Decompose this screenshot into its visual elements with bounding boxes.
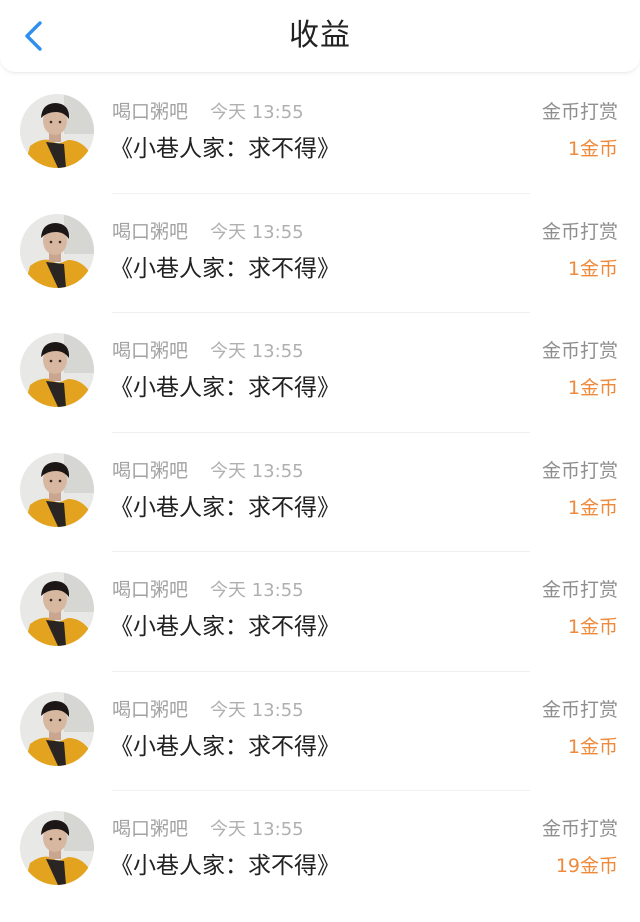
username: 喝口粥吧 [112, 579, 189, 601]
reward-row[interactable]: 喝口粥吧 今天 13:55 《小巷人家：求不得》 金币打赏 1金币 [0, 672, 640, 791]
timestamp: 今天 13:55 [210, 221, 304, 243]
timestamp: 今天 13:55 [210, 341, 304, 362]
username: 喝口粥吧 [112, 698, 189, 721]
reward-amount: 1金币 [567, 377, 618, 399]
reward-amount: 19金币 [555, 855, 618, 877]
reward-type: 金币打赏 [541, 579, 618, 601]
reward-amount: 1金币 [567, 257, 618, 280]
work-title: 《小巷人家：求不得》 [110, 614, 340, 640]
username: 喝口粥吧 [112, 340, 189, 362]
reward-amount: 1金币 [567, 616, 618, 638]
avatar[interactable] [20, 691, 94, 766]
reward-type: 金币打赏 [541, 818, 618, 840]
reward-type: 金币打赏 [541, 698, 618, 721]
avatar[interactable] [20, 452, 94, 527]
reward-amount: 1金币 [567, 496, 618, 519]
avatar[interactable] [20, 811, 94, 885]
reward-row[interactable]: 喝口粥吧 今天 13:55 《小巷人家：求不得》 金币打赏 1金币 [0, 74, 640, 194]
username: 喝口粥吧 [112, 818, 189, 840]
reward-row[interactable]: 喝口粥吧 今天 13:55 《小巷人家：求不得》 金币打赏 1金币 [0, 433, 640, 552]
work-title: 《小巷人家：求不得》 [110, 136, 340, 162]
reward-type: 金币打赏 [541, 220, 618, 243]
reward-type: 金币打赏 [541, 340, 618, 362]
avatar[interactable] [20, 94, 94, 168]
reward-row[interactable]: 喝口粥吧 今天 13:55 《小巷人家：求不得》 金币打赏 1金币 [0, 552, 640, 672]
reward-amount: 1金币 [567, 735, 618, 758]
username: 喝口粥吧 [112, 101, 189, 123]
username: 喝口粥吧 [112, 459, 189, 482]
timestamp: 今天 13:55 [210, 102, 304, 123]
username: 喝口粥吧 [112, 220, 189, 243]
page-title: 收益 [289, 18, 351, 53]
reward-row[interactable]: 喝口粥吧 今天 13:55 《小巷人家：求不得》 金币打赏 1金币 [0, 194, 640, 313]
avatar[interactable] [20, 572, 94, 646]
top-bar: 收益 [0, 0, 640, 73]
reward-amount: 1金币 [567, 138, 618, 160]
work-title: 《小巷人家：求不得》 [110, 494, 340, 521]
avatar[interactable] [20, 213, 94, 288]
work-title: 《小巷人家：求不得》 [110, 375, 340, 401]
timestamp: 今天 13:55 [210, 699, 304, 721]
reward-row[interactable]: 喝口粥吧 今天 13:55 《小巷人家：求不得》 金币打赏 19金币 [0, 791, 640, 911]
timestamp: 今天 13:55 [210, 460, 304, 482]
reward-list: 喝口粥吧 今天 13:55 《小巷人家：求不得》 金币打赏 1金币 喝口粥吧 今… [0, 74, 640, 911]
reward-type: 金币打赏 [541, 459, 618, 482]
avatar[interactable] [20, 333, 94, 407]
reward-type: 金币打赏 [541, 101, 618, 123]
work-title: 《小巷人家：求不得》 [110, 853, 340, 879]
timestamp: 今天 13:55 [210, 580, 304, 601]
work-title: 《小巷人家：求不得》 [110, 255, 340, 282]
work-title: 《小巷人家：求不得》 [110, 733, 340, 760]
timestamp: 今天 13:55 [210, 819, 304, 840]
reward-row[interactable]: 喝口粥吧 今天 13:55 《小巷人家：求不得》 金币打赏 1金币 [0, 313, 640, 433]
